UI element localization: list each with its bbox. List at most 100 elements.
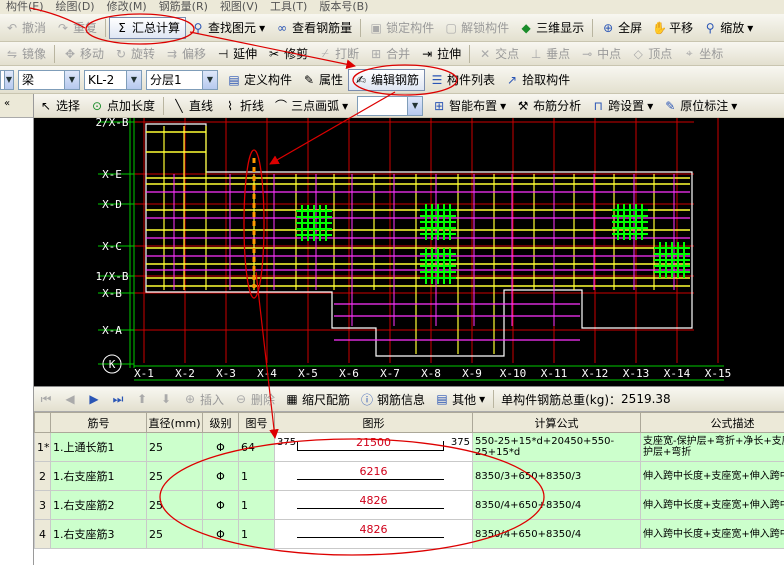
scale-rebar-button[interactable]: ▦ 缩尺配筋 [280, 388, 355, 410]
menu-rebar-qty[interactable]: 钢筋量(R) [153, 1, 214, 13]
cell-bar-name[interactable]: 1.右支座筋2 [50, 490, 147, 520]
cell-bar-name[interactable]: 1.右支座筋3 [50, 519, 147, 549]
row-number[interactable]: 1* [34, 432, 51, 462]
cell-figure-number[interactable]: 1 [238, 519, 275, 549]
menu-draw[interactable]: 绘图(D) [50, 1, 101, 13]
cell-shape[interactable]: 4826 [274, 490, 473, 520]
break-button[interactable]: ⌿ 打断 [313, 43, 364, 65]
edit-rebar-button[interactable]: ✍ 编辑钢筋 [348, 68, 426, 91]
mirror-button[interactable]: ⇋ 镜像 [0, 43, 51, 65]
properties-button[interactable]: ✎ 属性 [297, 69, 348, 91]
rotate-button[interactable]: ↻ 旋转 [109, 43, 160, 65]
fullscreen-button[interactable]: ⊕ 全屏 [596, 17, 647, 39]
line-button[interactable]: ╲ 直线 [167, 95, 218, 117]
header-bar-number[interactable]: 筋号 [50, 412, 147, 433]
row-number[interactable]: 3 [34, 490, 51, 520]
trim-button[interactable]: ✂ 修剪 [262, 43, 313, 65]
last-record-button[interactable]: ⏭ [106, 388, 130, 410]
table-row[interactable]: 4 1.右支座筋3 25 Φ 1 4826 8350/4+650+8350/4 … [34, 519, 784, 549]
stretch-button[interactable]: ⇥ 拉伸 [415, 43, 466, 65]
cell-diameter[interactable]: 25 [146, 461, 203, 491]
redo-button[interactable]: ↷ 重复 [51, 17, 102, 39]
row-number[interactable]: 2 [34, 461, 51, 491]
cell-grade[interactable]: Φ [202, 461, 239, 491]
cell-figure-number[interactable]: 64 [238, 432, 275, 462]
cell-formula-desc[interactable]: 伸入跨中长度+支座宽+伸入跨中长度 [640, 519, 784, 549]
insert-button[interactable]: ⊕ 插入 [178, 388, 229, 410]
menu-modify[interactable]: 修改(M) [101, 1, 153, 13]
header-shape[interactable]: 图形 [274, 412, 473, 433]
snap-perpendicular-button[interactable]: ⊥ 垂点 [524, 43, 575, 65]
menu-version[interactable]: 版本号(B) [313, 1, 374, 13]
header-formula[interactable]: 计算公式 [472, 412, 641, 433]
in-place-annotation-button[interactable]: ✎ 原位标注 ▾ [658, 95, 742, 117]
element-select[interactable]: KL-2 ▼ [84, 69, 142, 90]
snap-intersection-button[interactable]: ✕ 交点 [473, 43, 524, 65]
move-button[interactable]: ✥ 移动 [58, 43, 109, 65]
cell-grade[interactable]: Φ [202, 432, 239, 462]
polyline-button[interactable]: ⌇ 折线 [218, 95, 269, 117]
cell-grade[interactable]: Φ [202, 519, 239, 549]
first-record-button[interactable]: ⏮ [34, 388, 58, 410]
cell-shape[interactable]: 4826 [274, 519, 473, 549]
snap-midpoint-button[interactable]: ⊸ 中点 [575, 43, 626, 65]
next-record-button[interactable]: ▶ [82, 388, 106, 410]
three-point-arc-button[interactable]: ⌒ 三点画弧 ▾ [269, 95, 353, 117]
zoom-button[interactable]: ⚲ 缩放 ▾ [698, 17, 758, 39]
cell-diameter[interactable]: 25 [146, 519, 203, 549]
header-grade[interactable]: 级别 [202, 412, 239, 433]
left-panel[interactable]: « [0, 94, 34, 565]
row-number[interactable]: 4 [34, 519, 51, 549]
cell-formula-desc[interactable]: 伸入跨中长度+支座宽+伸入跨中长度 [640, 461, 784, 491]
cell-grade[interactable]: Φ [202, 490, 239, 520]
rebar-info-button[interactable]: ⓘ 钢筋信息 [355, 388, 430, 410]
snap-vertex-button[interactable]: ◇ 顶点 [626, 43, 677, 65]
prev-record-button[interactable]: ◀ [58, 388, 82, 410]
header-formula-desc[interactable]: 公式描述 [640, 412, 784, 433]
offset-button[interactable]: ⇉ 偏移 [160, 43, 211, 65]
smart-layout-button[interactable]: ⊞ 智能布置 ▾ [427, 95, 511, 117]
cell-formula[interactable]: 550-25+15*d+20450+550-25+15*d [472, 432, 641, 462]
cell-figure-number[interactable]: 1 [238, 490, 275, 520]
view-rebar-qty-button[interactable]: ∞ 查看钢筋量 [270, 17, 357, 39]
lock-element-button[interactable]: ▣ 锁定构件 [364, 17, 439, 39]
span-settings-button[interactable]: ⊓ 跨设置 ▾ [586, 95, 658, 117]
element-list-button[interactable]: ☰ 构件列表 [425, 69, 500, 91]
floor-select[interactable]: 分层1 ▼ [146, 69, 218, 90]
extend-button[interactable]: ⊣ 延伸 [211, 43, 262, 65]
menu-view[interactable]: 视图(V) [214, 1, 264, 13]
draw-mode-select[interactable]: ▼ [357, 95, 424, 116]
cell-figure-number[interactable]: 1 [238, 461, 275, 491]
cell-diameter[interactable]: 25 [146, 432, 203, 462]
drawing-canvas[interactable]: 2/X-B X-E X-D X-C 1/X-B X-B X-A K X-1 X-2 X-3 X-4 X-… [34, 118, 784, 386]
cell-formula[interactable]: 8350/4+650+8350/4 [472, 519, 641, 549]
left-collapsed-select[interactable]: ▼ [0, 69, 14, 90]
table-row[interactable]: 3 1.右支座筋2 25 Φ 1 4826 8350/4+650+8350/4 … [34, 490, 784, 520]
category-select[interactable]: 梁 ▼ [18, 69, 80, 90]
cell-bar-name[interactable]: 1.右支座筋1 [50, 461, 147, 491]
move-down-button[interactable]: ⬇ [154, 388, 178, 410]
other-button[interactable]: ▤ 其他 ▾ [430, 388, 490, 410]
cell-bar-name[interactable]: 1.上通长筋1 [50, 432, 147, 462]
snap-coordinate-button[interactable]: ⌖ 坐标 [677, 43, 728, 65]
find-element-button[interactable]: ⚲ 查找图元 ▾ [186, 17, 270, 39]
delete-button[interactable]: ⊖ 删除 [229, 388, 280, 410]
unlock-element-button[interactable]: ▢ 解锁构件 [439, 17, 514, 39]
select-button[interactable]: ↖ 选择 [34, 95, 85, 117]
point-length-button[interactable]: ⊙ 点加长度 [85, 95, 160, 117]
cell-shape[interactable]: 375 21500 375 [274, 432, 473, 462]
view-3d-button[interactable]: ◆ 三维显示 [514, 17, 589, 39]
define-element-button[interactable]: ▤ 定义构件 [222, 69, 297, 91]
cell-formula[interactable]: 8350/3+650+8350/3 [472, 461, 641, 491]
undo-button[interactable]: ↶ 撤消 [0, 17, 51, 39]
merge-button[interactable]: ⊞ 合并 [364, 43, 415, 65]
move-up-button[interactable]: ⬆ [130, 388, 154, 410]
menu-element[interactable]: 构件(E) [0, 1, 50, 13]
pick-element-button[interactable]: ↗ 拾取构件 [500, 69, 575, 91]
header-figure-number[interactable]: 图号 [238, 412, 275, 433]
rebar-analysis-button[interactable]: ⚒ 布筋分析 [511, 95, 586, 117]
menu-tools[interactable]: 工具(T) [264, 1, 313, 13]
cell-formula[interactable]: 8350/4+650+8350/4 [472, 490, 641, 520]
cell-formula-desc[interactable]: 伸入跨中长度+支座宽+伸入跨中长度 [640, 490, 784, 520]
pan-button[interactable]: ✋ 平移 [647, 17, 698, 39]
